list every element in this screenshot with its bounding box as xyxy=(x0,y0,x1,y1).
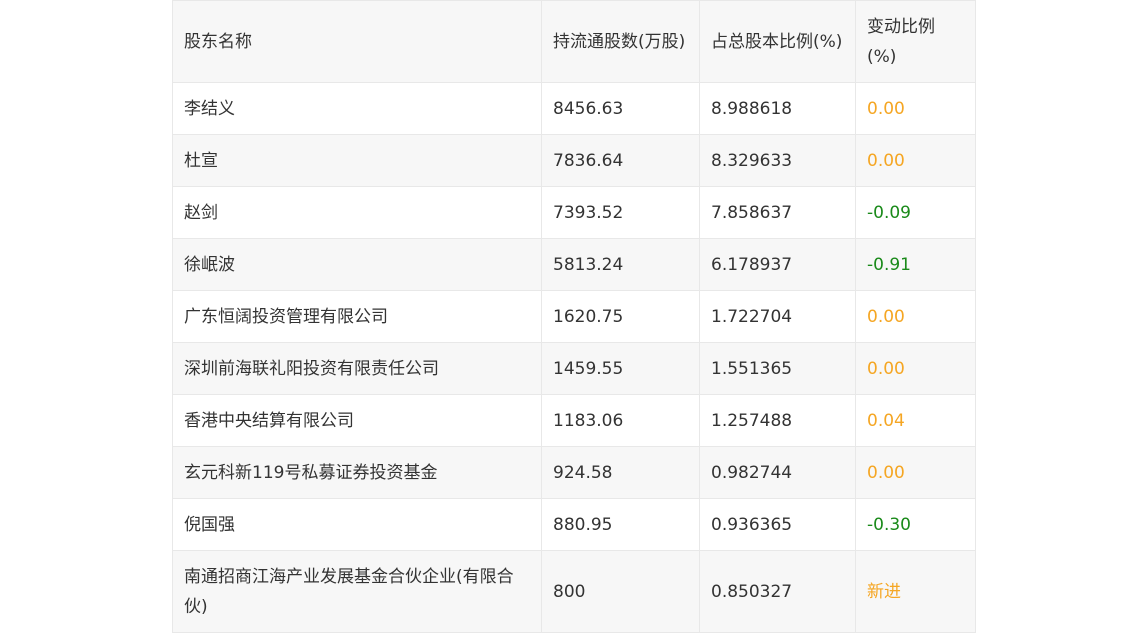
cell-change: -0.09 xyxy=(855,186,976,239)
cell-name: 南通招商江海产业发展基金合伙企业(有限合伙) xyxy=(172,550,542,633)
cell-ratio: 1.257488 xyxy=(699,394,856,447)
table-row: 杜宣 7836.64 8.329633 0.00 xyxy=(172,134,976,187)
shareholder-table: 股东名称 持流通股数(万股) 占总股本比例(%) 变动比例(%) 李结义 845… xyxy=(172,0,976,633)
table-header-row: 股东名称 持流通股数(万股) 占总股本比例(%) 变动比例(%) xyxy=(172,0,976,83)
cell-shares: 7836.64 xyxy=(541,134,700,187)
cell-shares: 8456.63 xyxy=(541,82,700,135)
cell-name: 广东恒阔投资管理有限公司 xyxy=(172,290,542,343)
table-row: 南通招商江海产业发展基金合伙企业(有限合伙) 800 0.850327 新进 xyxy=(172,550,976,633)
cell-change: -0.91 xyxy=(855,238,976,291)
table-row: 倪国强 880.95 0.936365 -0.30 xyxy=(172,498,976,551)
cell-shares: 1620.75 xyxy=(541,290,700,343)
cell-shares: 5813.24 xyxy=(541,238,700,291)
shareholder-table-container: 股东名称 持流通股数(万股) 占总股本比例(%) 变动比例(%) 李结义 845… xyxy=(172,0,976,633)
cell-ratio: 7.858637 xyxy=(699,186,856,239)
header-share-ratio: 占总股本比例(%) xyxy=(699,0,856,83)
cell-ratio: 0.936365 xyxy=(699,498,856,551)
cell-change: 新进 xyxy=(855,550,976,633)
header-circulating-shares: 持流通股数(万股) xyxy=(541,0,700,83)
cell-shares: 1183.06 xyxy=(541,394,700,447)
cell-change: 0.00 xyxy=(855,82,976,135)
cell-change: 0.00 xyxy=(855,290,976,343)
cell-name: 徐岷波 xyxy=(172,238,542,291)
table-row: 香港中央结算有限公司 1183.06 1.257488 0.04 xyxy=(172,394,976,447)
cell-change: 0.00 xyxy=(855,342,976,395)
cell-shares: 1459.55 xyxy=(541,342,700,395)
cell-change: 0.00 xyxy=(855,446,976,499)
cell-change: -0.30 xyxy=(855,498,976,551)
cell-shares: 880.95 xyxy=(541,498,700,551)
cell-change: 0.00 xyxy=(855,134,976,187)
cell-name: 倪国强 xyxy=(172,498,542,551)
cell-shares: 7393.52 xyxy=(541,186,700,239)
header-shareholder-name: 股东名称 xyxy=(172,0,542,83)
cell-name: 李结义 xyxy=(172,82,542,135)
cell-ratio: 0.982744 xyxy=(699,446,856,499)
header-change-ratio: 变动比例(%) xyxy=(855,0,976,83)
cell-change: 0.04 xyxy=(855,394,976,447)
table-row: 徐岷波 5813.24 6.178937 -0.91 xyxy=(172,238,976,291)
cell-ratio: 1.722704 xyxy=(699,290,856,343)
cell-ratio: 1.551365 xyxy=(699,342,856,395)
cell-name: 赵剑 xyxy=(172,186,542,239)
cell-ratio: 0.850327 xyxy=(699,550,856,633)
table-row: 广东恒阔投资管理有限公司 1620.75 1.722704 0.00 xyxy=(172,290,976,343)
table-row: 深圳前海联礼阳投资有限责任公司 1459.55 1.551365 0.00 xyxy=(172,342,976,395)
table-row: 玄元科新119号私募证券投资基金 924.58 0.982744 0.00 xyxy=(172,446,976,499)
table-row: 赵剑 7393.52 7.858637 -0.09 xyxy=(172,186,976,239)
cell-name: 香港中央结算有限公司 xyxy=(172,394,542,447)
cell-ratio: 6.178937 xyxy=(699,238,856,291)
cell-shares: 924.58 xyxy=(541,446,700,499)
cell-shares: 800 xyxy=(541,550,700,633)
table-row: 李结义 8456.63 8.988618 0.00 xyxy=(172,82,976,135)
cell-name: 玄元科新119号私募证券投资基金 xyxy=(172,446,542,499)
cell-name: 杜宣 xyxy=(172,134,542,187)
cell-name: 深圳前海联礼阳投资有限责任公司 xyxy=(172,342,542,395)
cell-ratio: 8.988618 xyxy=(699,82,856,135)
cell-ratio: 8.329633 xyxy=(699,134,856,187)
